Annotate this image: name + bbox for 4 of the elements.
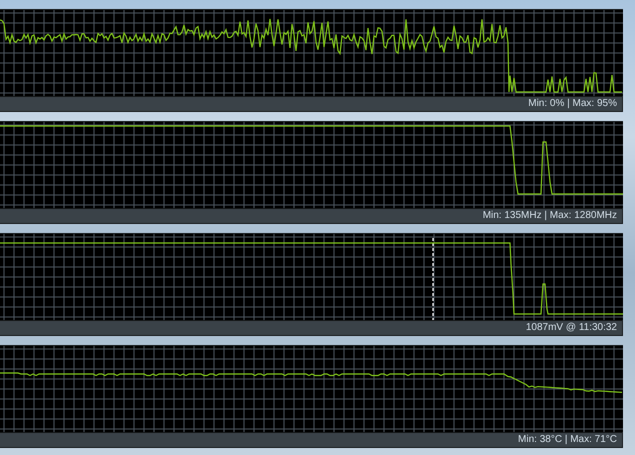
graph-status-text: Min: 38°C | Max: 71°C	[518, 434, 617, 446]
graph-status-text: 1087mV @ 11:30:32	[526, 322, 617, 334]
graph-status-text: Min: 0% | Max: 95%	[528, 98, 617, 110]
graph-status-text: Min: 135MHz | Max: 1280MHz	[482, 210, 617, 222]
